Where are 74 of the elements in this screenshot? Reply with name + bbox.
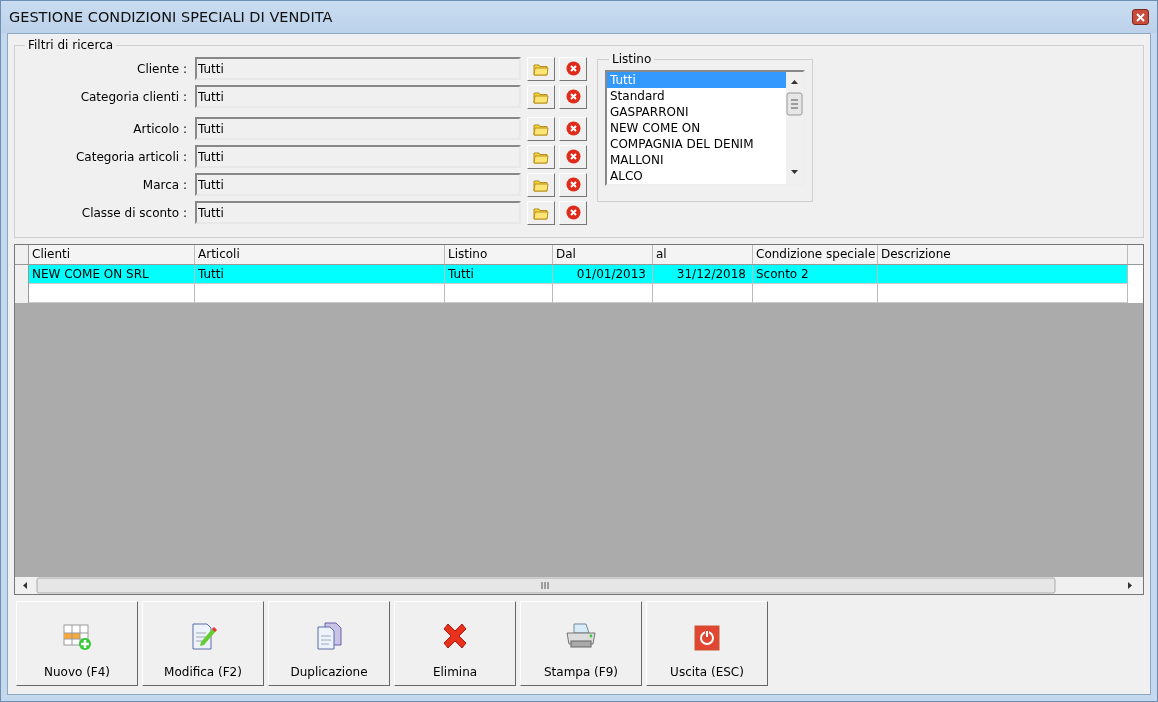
clear-icon [565, 149, 581, 164]
toolbar-button[interactable]: Duplicazione [268, 601, 390, 686]
power-icon [694, 625, 720, 651]
close-button[interactable] [1132, 9, 1149, 25]
toolbar-button[interactable]: Nuovo (F4) [16, 601, 138, 686]
browse-button[interactable] [527, 200, 555, 225]
field-label: Categoria articoli : [75, 149, 188, 164]
copy-documents-icon [314, 621, 344, 651]
filter-field[interactable]: Tutti [195, 201, 521, 224]
clear-icon [565, 61, 581, 76]
folder-icon [533, 149, 549, 164]
table-cell: Sconto 2 [753, 265, 878, 284]
filter-field[interactable]: Tutti [195, 57, 521, 80]
column-header[interactable]: Clienti [29, 245, 195, 264]
field-label: Classe di sconto : [80, 205, 188, 220]
browse-button[interactable] [527, 56, 555, 81]
column-header[interactable]: Condizione speciale [753, 245, 878, 264]
folder-icon [533, 205, 549, 220]
horizontal-scrollbar[interactable] [15, 577, 1143, 594]
column-header[interactable]: Articoli [195, 245, 445, 264]
price-list-item[interactable]: GASPARRONI [607, 104, 786, 120]
clear-button[interactable] [559, 116, 587, 141]
table-cell: 01/01/2013 [553, 265, 653, 284]
folder-icon [533, 89, 549, 104]
column-header[interactable]: Dal [553, 245, 653, 264]
table-row[interactable]: NEW COME ON SRL Tutti Tutti 01/01/2013 31/12/2018 Sconto 2 [15, 265, 1143, 284]
table-cell: Tutti [195, 265, 445, 284]
row-header[interactable] [15, 265, 29, 284]
folder-icon [533, 177, 549, 192]
printer-icon [564, 621, 598, 651]
field-label: Marca : [141, 177, 188, 192]
price-list-item[interactable]: Standard [607, 88, 786, 104]
browse-button[interactable] [527, 84, 555, 109]
clear-button[interactable] [559, 84, 587, 109]
clear-button[interactable] [559, 56, 587, 81]
clear-button[interactable] [559, 144, 587, 169]
folder-icon [533, 121, 549, 136]
column-header[interactable]: Descrizione [878, 245, 1128, 264]
folder-icon [533, 61, 549, 76]
table-cell: 31/12/2018 [653, 265, 753, 284]
price-list-item[interactable]: ALCO [607, 168, 786, 184]
clear-icon [565, 205, 581, 220]
toolbar-button[interactable]: Stampa (F9) [520, 601, 642, 686]
browse-button[interactable] [527, 116, 555, 141]
close-icon [1136, 12, 1145, 22]
filter-field[interactable]: Tutti [195, 173, 521, 196]
filter-field[interactable]: Tutti [195, 145, 521, 168]
browse-button[interactable] [527, 144, 555, 169]
toolbar-button[interactable]: Elimina [394, 601, 516, 686]
table-cell: Tutti [445, 265, 553, 284]
price-list-item[interactable]: MALLONI [607, 152, 786, 168]
field-label: Articolo : [132, 121, 188, 136]
filter-field[interactable]: Tutti [195, 85, 521, 108]
field-label: Cliente : [136, 61, 188, 76]
price-list-title: Listino [611, 52, 653, 66]
table-add-icon [62, 621, 92, 651]
field-label: Categoria clienti : [79, 89, 188, 104]
browse-button[interactable] [527, 172, 555, 197]
column-header[interactable]: al [653, 245, 753, 264]
toolbar-button[interactable]: Uscita (ESC) [646, 601, 768, 686]
price-list-item[interactable]: NEW COME ON [607, 120, 786, 136]
clear-icon [565, 121, 581, 136]
clear-button[interactable] [559, 172, 587, 197]
clear-icon [565, 177, 581, 192]
filter-panel-title: Filtri di ricerca [27, 38, 115, 52]
clear-icon [565, 89, 581, 104]
toolbar-button[interactable]: Modifica (F2) [142, 601, 264, 686]
window-title: GESTIONE CONDIZIONI SPECIALI DI VENDITA [9, 9, 333, 25]
table-cell: NEW COME ON SRL [29, 265, 195, 284]
row-header[interactable] [15, 284, 29, 303]
clear-button[interactable] [559, 200, 587, 225]
filter-field[interactable]: Tutti [195, 117, 521, 140]
price-list-item[interactable]: COMPAGNIA DEL DENIM [607, 136, 786, 152]
column-header[interactable]: Listino [445, 245, 553, 264]
